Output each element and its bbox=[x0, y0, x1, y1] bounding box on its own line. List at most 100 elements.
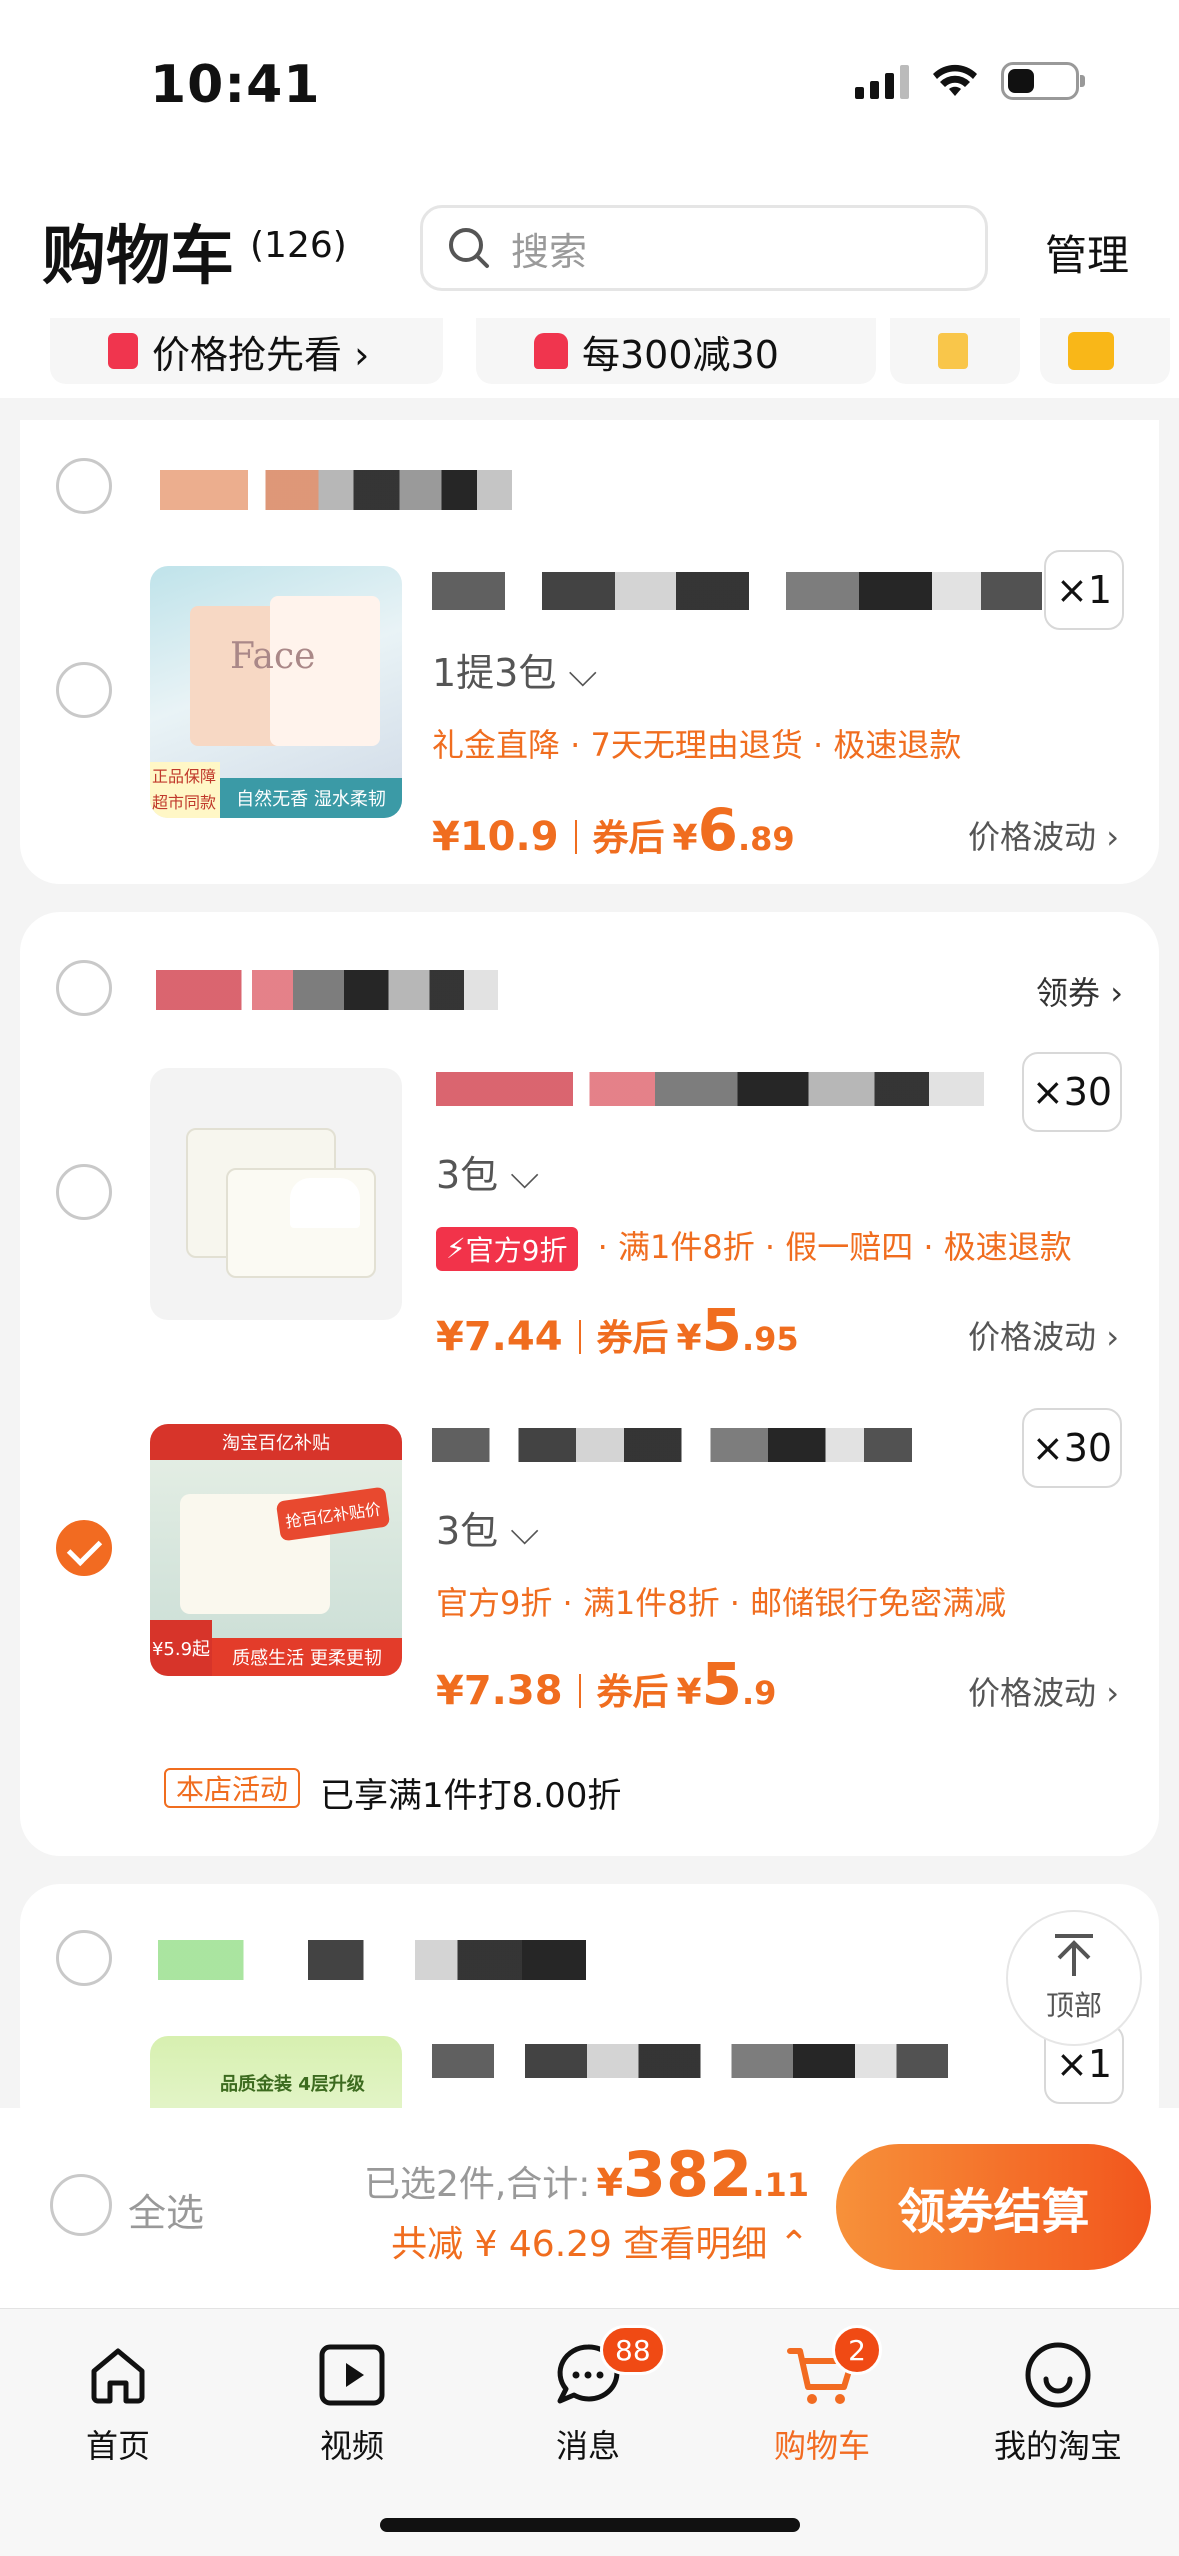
tab-home[interactable]: 首页 bbox=[38, 2337, 198, 2467]
price-preview-chip[interactable]: 价格抢先看 › bbox=[50, 318, 443, 384]
arrow-up-icon bbox=[1055, 1934, 1093, 1976]
checkout-button[interactable]: 领券结算 bbox=[836, 2144, 1151, 2270]
manage-button[interactable]: 管理 bbox=[1045, 222, 1129, 283]
wifi-icon bbox=[933, 64, 977, 96]
battery-icon bbox=[1001, 62, 1085, 100]
after-price-int: 5 bbox=[701, 1296, 742, 1364]
shop-name[interactable] bbox=[158, 1940, 586, 1980]
tab-cart[interactable]: 购物车 2 bbox=[742, 2325, 902, 2467]
price-trend-link[interactable]: 价格波动 › bbox=[968, 1312, 1119, 1358]
select-all-radio[interactable] bbox=[50, 2174, 112, 2236]
price-line: ¥10.9 券后 ¥ 6 .89 bbox=[432, 796, 795, 864]
price-separator bbox=[574, 820, 577, 854]
after-price-dec: .95 bbox=[741, 1320, 799, 1358]
after-coupon-label: 券后 bbox=[596, 1318, 669, 1359]
promo-chip-3[interactable] bbox=[890, 318, 1020, 384]
thumb-caption: 品质金装 4层升级 bbox=[220, 2074, 365, 2095]
shop-select-radio[interactable] bbox=[56, 458, 112, 514]
after-price-dec: .89 bbox=[737, 820, 795, 858]
search-input[interactable]: 搜索 bbox=[420, 205, 988, 291]
total-summary: 已选2件,合计: ¥ 382 .11 共减 ¥ 46.29 查看明细 ⌃ bbox=[364, 2138, 809, 2267]
discount-label: 每300减30 bbox=[582, 332, 779, 377]
product-title[interactable] bbox=[432, 572, 1042, 610]
product-thumbnail[interactable]: Face 正品保障 超市同款 自然无香 湿水柔韧 bbox=[150, 566, 402, 818]
product-thumbnail[interactable]: 淘宝百亿补贴 抢百亿补贴价 ¥5.9起 质感生活 更柔更韧 bbox=[150, 1424, 402, 1676]
promo-chip-4[interactable] bbox=[1040, 318, 1170, 384]
price-line: ¥7.44 券后 ¥ 5 .95 bbox=[436, 1296, 799, 1364]
item-select-radio-checked[interactable] bbox=[56, 1520, 112, 1576]
shop-name[interactable] bbox=[156, 970, 498, 1010]
download-icon bbox=[938, 333, 968, 369]
home-icon bbox=[91, 2348, 145, 2404]
tab-home-label: 首页 bbox=[85, 2427, 150, 2465]
promo-tags: ⚡ 官方9折 · 满1件8折 · 假一赔四 · 极速退款 bbox=[436, 1222, 1072, 1271]
price: ¥10.9 bbox=[432, 814, 559, 860]
discount-detail-link[interactable]: 共减 ¥ 46.29 查看明细 ⌃ bbox=[364, 2215, 809, 2267]
tab-video[interactable]: 视频 bbox=[272, 2337, 432, 2467]
product-title[interactable] bbox=[432, 1428, 912, 1462]
price-line: ¥7.38 券后 ¥ 5 .9 bbox=[436, 1650, 776, 1718]
price-separator bbox=[578, 1320, 581, 1354]
tab-cart-label: 购物车 bbox=[773, 2427, 870, 2465]
home-indicator bbox=[380, 2518, 800, 2532]
shop-card-3: 品质金装 4层升级 ×1 bbox=[20, 1884, 1159, 2144]
price-separator bbox=[578, 1674, 581, 1708]
price-trend-link[interactable]: 价格波动 › bbox=[968, 1668, 1119, 1714]
price: ¥7.44 bbox=[436, 1314, 563, 1360]
item-select-radio[interactable] bbox=[56, 1164, 112, 1220]
cart-header: 购物车 (126) 搜索 管理 bbox=[0, 150, 1179, 320]
after-price-int: 5 bbox=[701, 1650, 742, 1718]
promo-tags: 礼金直降 · 7天无理由退货 · 极速退款 bbox=[432, 726, 962, 764]
flash-discount-label: 官方9折 bbox=[465, 1233, 568, 1267]
subsidy-banner: 淘宝百亿补贴 bbox=[150, 1424, 402, 1460]
video-icon bbox=[319, 2344, 385, 2406]
promo-strip: 价格抢先看 › 每300减30 bbox=[0, 318, 1179, 398]
total-dec: .11 bbox=[752, 2166, 809, 2204]
tab-messages-label: 消息 bbox=[555, 2427, 620, 2465]
flash-discount-badge: ⚡ 官方9折 bbox=[436, 1226, 578, 1271]
shop-activity-badge: 本店活动 bbox=[164, 1768, 301, 1808]
after-currency: ¥ bbox=[672, 818, 698, 859]
product-title[interactable] bbox=[432, 2044, 948, 2078]
folder-icon bbox=[1068, 332, 1114, 370]
spec-selector[interactable]: 3包 ⌵ bbox=[436, 1500, 539, 1555]
back-to-top-button[interactable]: 顶部 bbox=[1006, 1910, 1142, 2046]
search-placeholder: 搜索 bbox=[511, 229, 588, 274]
item-select-radio[interactable] bbox=[56, 662, 112, 718]
checkout-bar: 全选 已选2件,合计: ¥ 382 .11 共减 ¥ 46.29 查看明细 ⌃ … bbox=[0, 2108, 1179, 2308]
status-bar: 10:41 bbox=[0, 0, 1179, 150]
product-brand: Face bbox=[230, 636, 316, 677]
promo-tags: 官方9折 · 满1件8折 · 邮储银行免密满减 bbox=[436, 1584, 1007, 1622]
selected-count: 已选2件,合计: bbox=[363, 2164, 591, 2205]
promo-tags-text: · 满1件8折 · 假一赔四 · 极速退款 bbox=[587, 1228, 1072, 1266]
signal-icon bbox=[855, 63, 909, 99]
shop-activity-text: 已享满1件打8.00折 bbox=[320, 1776, 622, 1816]
message-count-badge: 88 bbox=[600, 2325, 666, 2375]
product-thumbnail[interactable] bbox=[150, 1068, 402, 1320]
quantity-badge[interactable]: ×30 bbox=[1022, 1408, 1122, 1488]
product-title[interactable] bbox=[436, 1072, 984, 1106]
tab-messages[interactable]: 消息 88 bbox=[508, 2325, 668, 2467]
shop-select-radio[interactable] bbox=[56, 960, 112, 1016]
profile-icon bbox=[1025, 2342, 1091, 2408]
discount-chip[interactable]: 每300减30 bbox=[476, 318, 876, 384]
price-tag-icon bbox=[108, 333, 138, 369]
quantity-badge[interactable]: ×30 bbox=[1022, 1052, 1122, 1132]
shop-name[interactable] bbox=[160, 470, 512, 510]
tab-video-label: 视频 bbox=[319, 2427, 384, 2465]
shop-card-2: 领券 › ×30 3包 ⌵ ⚡ 官方9折 · 满1件8折 · 假一赔四 · 极速退… bbox=[20, 912, 1159, 1856]
after-coupon-label: 券后 bbox=[596, 1672, 669, 1713]
spec-selector[interactable]: 3包 ⌵ bbox=[436, 1144, 539, 1199]
authentic-badge: 正品保障 超市同款 bbox=[150, 762, 220, 818]
price-trend-link[interactable]: 价格波动 › bbox=[968, 812, 1119, 858]
price: ¥7.38 bbox=[436, 1668, 563, 1714]
spec-selector[interactable]: 1提3包 ⌵ bbox=[432, 642, 597, 697]
coupon-link[interactable]: 领券 › bbox=[1036, 968, 1123, 1014]
select-all-label[interactable]: 全选 bbox=[128, 2182, 204, 2237]
total-int: 382 bbox=[622, 2138, 753, 2211]
back-to-top-label: 顶部 bbox=[1045, 1989, 1102, 2022]
tab-profile[interactable]: 我的淘宝 bbox=[978, 2337, 1138, 2467]
search-icon bbox=[449, 228, 489, 268]
shop-select-radio[interactable] bbox=[56, 1930, 112, 1986]
quantity-badge[interactable]: ×1 bbox=[1044, 550, 1124, 630]
